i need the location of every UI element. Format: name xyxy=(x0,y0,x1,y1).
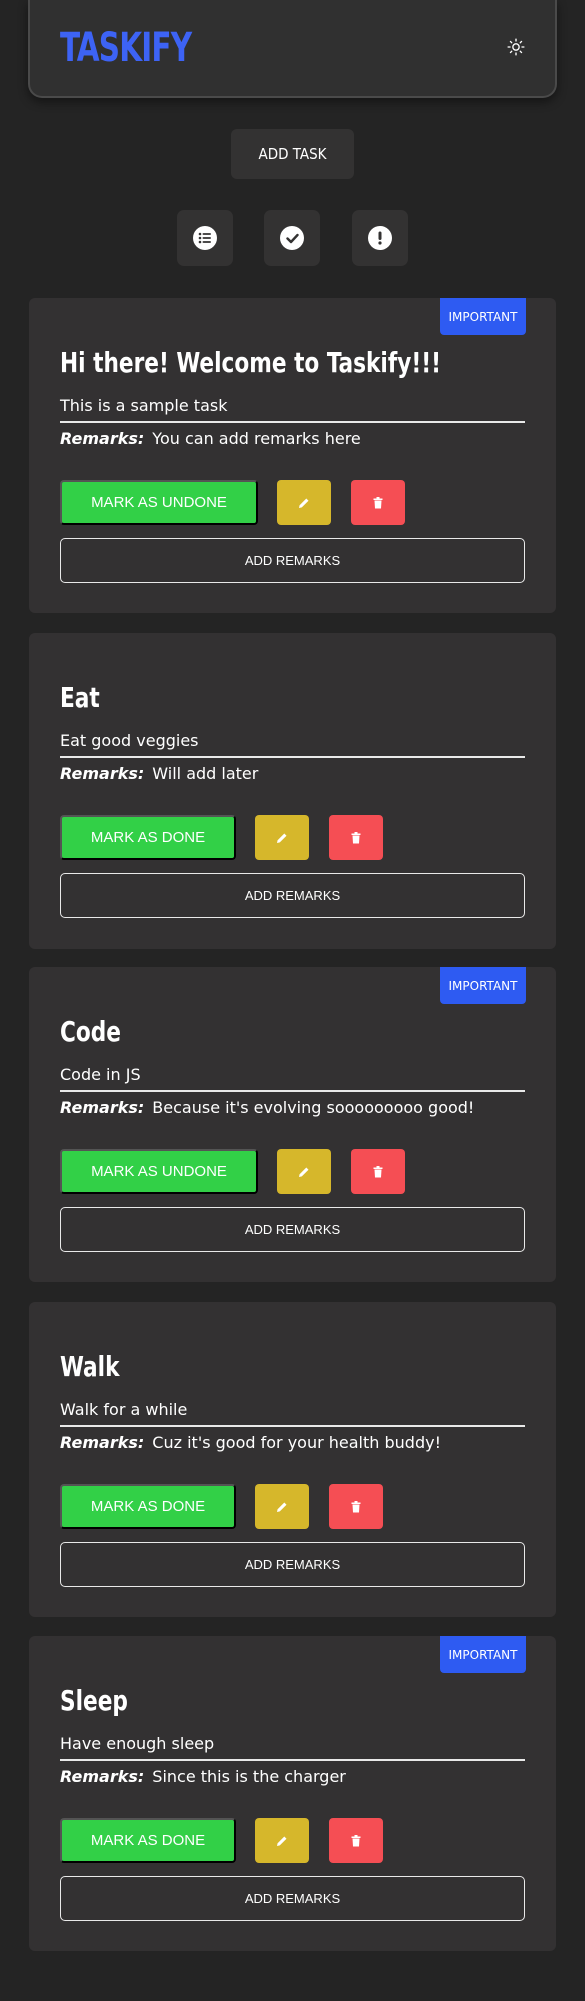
trash-icon xyxy=(373,496,383,508)
filter-all-button[interactable] xyxy=(177,210,233,266)
pencil-icon xyxy=(299,1167,309,1177)
task-card: IMPORTANT Code Code in JS Remarks: Becaus… xyxy=(29,967,556,1282)
task-remarks: Remarks: Will add later xyxy=(60,764,530,783)
toggle-done-button[interactable]: MARK AS UNDONE xyxy=(60,1149,258,1194)
app-header: TASKIFY xyxy=(28,0,557,98)
add-remarks-button[interactable]: ADD REMARKS xyxy=(60,873,525,918)
task-title: Eat xyxy=(60,681,100,714)
sun-icon[interactable] xyxy=(505,36,527,58)
toggle-done-button[interactable]: MARK AS DONE xyxy=(60,815,236,860)
task-description: Walk for a while xyxy=(60,1400,525,1427)
edit-button[interactable] xyxy=(255,815,309,860)
task-title: Hi there! Welcome to Taskify!!! xyxy=(60,346,442,379)
remarks-text: Cuz it's good for your health buddy! xyxy=(152,1433,441,1452)
remarks-label: Remarks: xyxy=(60,1098,145,1117)
check-icon xyxy=(280,226,304,250)
trash-icon xyxy=(373,1165,383,1177)
remarks-label: Remarks: xyxy=(60,1767,145,1786)
trash-icon xyxy=(351,1500,361,1512)
edit-button[interactable] xyxy=(255,1484,309,1529)
remarks-text: You can add remarks here xyxy=(152,429,361,448)
exclamation-icon xyxy=(368,226,392,250)
task-card: IMPORTANT Hi there! Welcome to Taskify!!… xyxy=(29,298,556,613)
add-remarks-button[interactable]: ADD REMARKS xyxy=(60,1207,525,1252)
task-remarks: Remarks: Because it's evolving sooooooooo… xyxy=(60,1098,530,1117)
filter-done-button[interactable] xyxy=(264,210,320,266)
delete-button[interactable] xyxy=(351,480,405,525)
add-remarks-button[interactable]: ADD REMARKS xyxy=(60,538,525,583)
task-description: This is a sample task xyxy=(60,396,525,423)
remarks-text: Will add later xyxy=(152,764,259,783)
delete-button[interactable] xyxy=(351,1149,405,1194)
task-description: Eat good veggies xyxy=(60,731,525,758)
pencil-icon xyxy=(277,833,287,843)
toggle-done-button[interactable]: MARK AS UNDONE xyxy=(60,480,258,525)
edit-button[interactable] xyxy=(277,1149,331,1194)
task-remarks: Remarks: You can add remarks here xyxy=(60,429,530,448)
toggle-done-button[interactable]: MARK AS DONE xyxy=(60,1818,236,1863)
remarks-label: Remarks: xyxy=(60,764,145,783)
task-card: Walk Walk for a while Remarks: Cuz it's g… xyxy=(29,1302,556,1617)
task-card: IMPORTANT Sleep Have enough sleep Remark… xyxy=(29,1636,556,1951)
task-title: Walk xyxy=(60,1350,120,1383)
pencil-icon xyxy=(277,1836,287,1846)
task-title: Code xyxy=(60,1015,121,1048)
list-icon xyxy=(193,226,217,250)
edit-button[interactable] xyxy=(255,1818,309,1863)
filter-important-button[interactable] xyxy=(352,210,408,266)
important-badge: IMPORTANT xyxy=(440,298,526,335)
task-description: Have enough sleep xyxy=(60,1734,525,1761)
task-title: Sleep xyxy=(60,1684,128,1717)
remarks-text: Because it's evolving sooooooooo good! xyxy=(152,1098,475,1117)
app-logo: TASKIFY xyxy=(60,25,192,71)
task-remarks: Remarks: Since this is the charger xyxy=(60,1767,530,1786)
edit-button[interactable] xyxy=(277,480,331,525)
remarks-label: Remarks: xyxy=(60,429,145,448)
important-badge: IMPORTANT xyxy=(440,967,526,1004)
task-description: Code in JS xyxy=(60,1065,525,1092)
remarks-text: Since this is the charger xyxy=(152,1767,346,1786)
pencil-icon xyxy=(299,498,309,508)
trash-icon xyxy=(351,1834,361,1846)
remarks-label: Remarks: xyxy=(60,1433,145,1452)
trash-icon xyxy=(351,831,361,843)
toggle-done-button[interactable]: MARK AS DONE xyxy=(60,1484,236,1529)
pencil-icon xyxy=(277,1502,287,1512)
task-remarks: Remarks: Cuz it's good for your health bu… xyxy=(60,1433,530,1452)
delete-button[interactable] xyxy=(329,1818,383,1863)
important-badge: IMPORTANT xyxy=(440,1636,526,1673)
delete-button[interactable] xyxy=(329,815,383,860)
task-card: Eat Eat good veggies Remarks: Will add la… xyxy=(29,633,556,949)
add-remarks-button[interactable]: ADD REMARKS xyxy=(60,1876,525,1921)
delete-button[interactable] xyxy=(329,1484,383,1529)
add-remarks-button[interactable]: ADD REMARKS xyxy=(60,1542,525,1587)
add-task-button[interactable]: ADD TASK xyxy=(231,129,354,179)
app-page: TASKIFY ADD TASK IMPORTANT Hi there! Wel… xyxy=(0,0,585,2001)
